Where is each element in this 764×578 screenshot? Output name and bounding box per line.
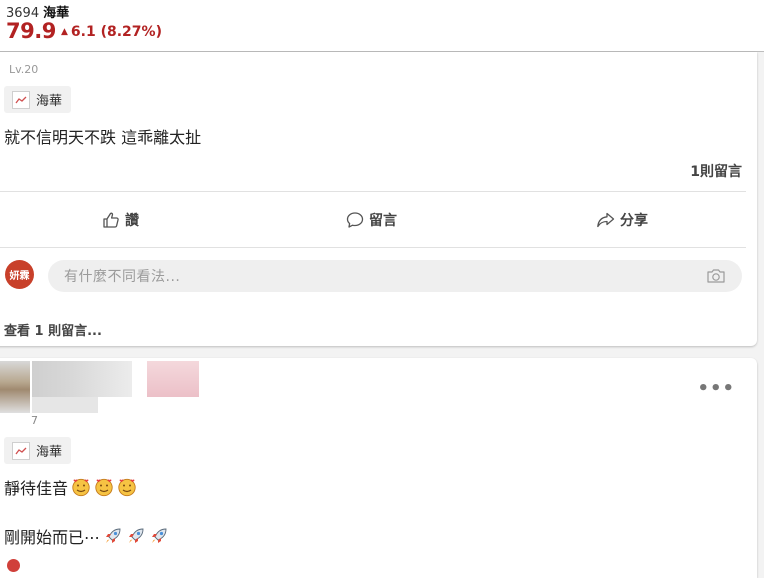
comment-bubble-icon [346,212,364,228]
price-change: ▲ 6.1 (8.27%) [61,24,162,40]
stock-chart-icon [12,90,30,109]
like-label: 讚 [125,213,139,229]
comment-label: 留言 [369,213,397,229]
view-comments-link[interactable]: 查看 1 則留言... [4,320,102,339]
rocket-icon [106,528,121,543]
stock-header: 3694 海華 79.9 ▲ 6.1 (8.27%) [0,0,764,52]
stock-chart-icon [12,441,30,460]
post-card: 7 ••• 海華 靜待佳音 剛開始而已⋯ [0,358,757,578]
rocket-icon [129,528,144,543]
up-arrow-icon: ▲ [61,27,68,37]
stock-tag[interactable]: 海華 [4,437,72,464]
stock-tag-label: 海華 [36,445,63,460]
comment-button[interactable]: 留言 [346,207,397,233]
thumbs-up-icon [103,212,119,228]
rocket-icon [152,528,167,543]
user-level: Lv.20 [9,63,39,76]
price-change-value: 6.1 (8.27%) [70,24,162,40]
comment-count[interactable]: 1則留言 [690,161,742,181]
stock-tag-label: 海華 [36,94,63,109]
post-text: 就不信明天不跌 這乖離太扯 [4,128,202,147]
avatar[interactable] [7,559,20,572]
stock-tag[interactable]: 海華 [4,86,72,113]
smiling-face-with-hearts-icon [118,478,136,497]
post-text: 靜待佳音 [4,479,69,498]
avatar[interactable] [0,361,30,413]
smiling-face-with-hearts-icon [72,478,90,497]
comment-input[interactable]: 有什麼不同看法... [48,260,742,292]
divider [0,247,746,248]
user-meta [32,397,98,413]
divider [0,191,746,192]
comment-input-placeholder: 有什麼不同看法... [64,269,181,285]
avatar[interactable]: 妍霖 [5,260,34,289]
like-button[interactable]: 讚 [102,207,139,233]
username[interactable] [32,361,132,397]
smiling-face-with-hearts-icon [95,478,113,497]
user-level: 7 [31,414,38,427]
post-card: Lv.20 海華 就不信明天不跌 這乖離太扯 1則留言 讚 留言 分享 妍霖 有… [0,52,757,346]
user-badge [147,361,199,397]
post-text: 剛開始而已⋯ [4,528,101,547]
camera-icon[interactable] [706,268,726,288]
post-text-line: 靜待佳音 [4,475,137,499]
stock-price: 79.9 [6,19,56,43]
share-label: 分享 [620,213,648,229]
more-options-icon[interactable]: ••• [697,378,735,399]
share-arrow-icon [597,212,615,228]
post-text-line: 剛開始而已⋯ [4,524,169,548]
share-button[interactable]: 分享 [596,207,648,233]
